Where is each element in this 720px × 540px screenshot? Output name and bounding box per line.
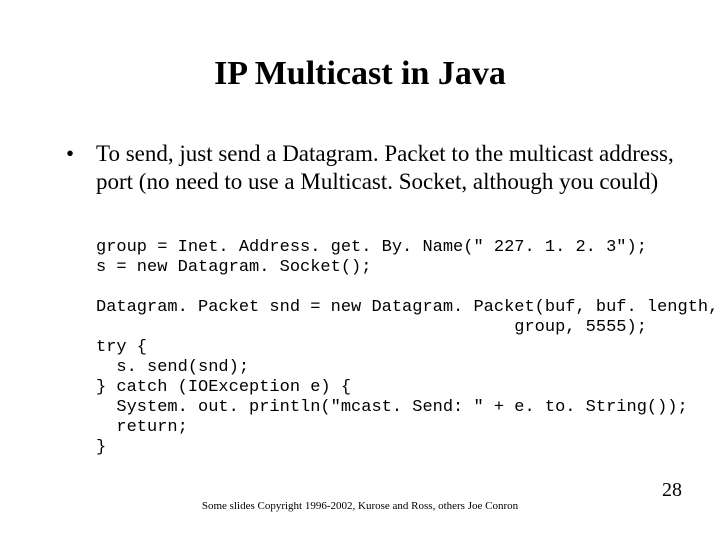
slide: IP Multicast in Java • To send, just sen… [0, 0, 720, 540]
bullet-item: • To send, just send a Datagram. Packet … [60, 140, 680, 195]
bullet-marker: • [60, 140, 96, 168]
slide-title: IP Multicast in Java [0, 55, 720, 93]
code-block: group = Inet. Address. get. By. Name(" 2… [96, 238, 718, 459]
footer-copyright: Some slides Copyright 1996-2002, Kurose … [0, 500, 720, 512]
bullet-text: To send, just send a Datagram. Packet to… [96, 140, 680, 195]
page-number: 28 [662, 479, 682, 502]
body-area: • To send, just send a Datagram. Packet … [60, 140, 680, 195]
